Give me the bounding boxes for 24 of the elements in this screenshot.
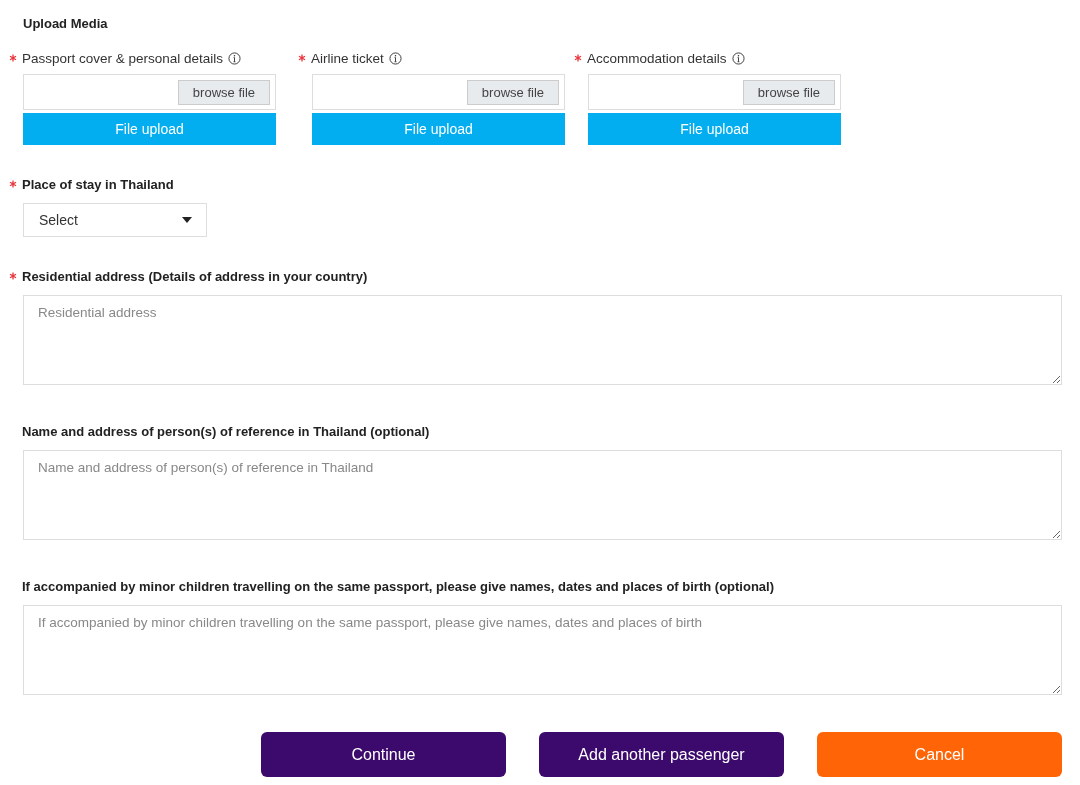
place-of-stay-dropdown[interactable]: Select: [23, 203, 207, 237]
field-label: Place of stay in Thailand: [22, 176, 174, 192]
field-label: Residential address (Details of address in your country): [22, 268, 368, 284]
browse-file-button[interactable]: browse file: [177, 79, 270, 105]
caret-icon: [182, 217, 192, 223]
info-icon[interactable]: [388, 51, 402, 65]
text-area-field[interactable]: Name and address of person(s) of reference in Thailand: [23, 450, 1062, 540]
text-area-field[interactable]: If accompanied by minor children travelling on the same passport, please give names, dates and places of birth: [23, 605, 1062, 695]
file-input-field[interactable]: browse file: [588, 74, 841, 110]
field-label: If accompanied by minor children travelling on the same passport, please give names, dates and places of birth (optional): [22, 578, 774, 594]
file-input-field[interactable]: browse file: [312, 74, 565, 110]
field-label: Passport cover & personal details: [22, 50, 224, 66]
action-button[interactable]: Add another passenger: [539, 732, 784, 777]
text-area-field[interactable]: Residential address: [23, 295, 1062, 385]
info-icon[interactable]: [731, 51, 745, 65]
file-input-field[interactable]: browse file: [23, 74, 276, 110]
browse-file-button[interactable]: browse file: [466, 79, 559, 105]
section-title: Upload Media: [23, 16, 109, 31]
info-icon[interactable]: [228, 51, 242, 65]
action-button[interactable]: Continue: [261, 732, 506, 777]
field-label: Name and address of person(s) of reference in Thailand (optional): [22, 423, 430, 439]
browse-file-button[interactable]: browse file: [742, 79, 835, 105]
field-label: Airline ticket: [311, 50, 384, 66]
field-label: Accommodation details: [587, 50, 727, 66]
